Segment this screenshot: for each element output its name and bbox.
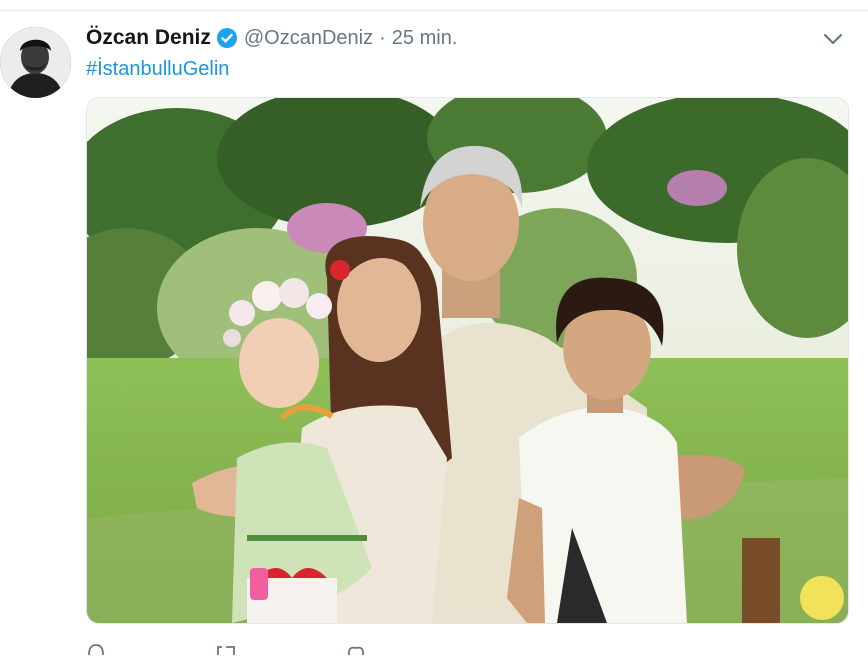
tweet-header: Özcan Deniz @OzcanDeniz · 25 min. <box>86 24 457 52</box>
top-divider <box>0 0 868 11</box>
reply-icon[interactable] <box>86 641 106 656</box>
retweet-icon[interactable] <box>214 641 238 655</box>
separator-dot: · <box>379 26 386 49</box>
display-name[interactable]: Özcan Deniz <box>86 26 211 50</box>
user-handle[interactable]: @OzcanDeniz <box>244 27 373 50</box>
chevron-down-icon[interactable] <box>822 30 844 48</box>
tweet-actions <box>86 641 366 656</box>
tweet-timestamp[interactable]: 25 min. <box>392 27 458 50</box>
heart-icon[interactable] <box>346 641 366 656</box>
hashtag-link[interactable]: #İstanbulluGelin <box>86 58 229 81</box>
avatar[interactable] <box>0 27 71 98</box>
verified-badge-icon <box>216 27 238 49</box>
tweet-photo[interactable] <box>86 97 849 624</box>
